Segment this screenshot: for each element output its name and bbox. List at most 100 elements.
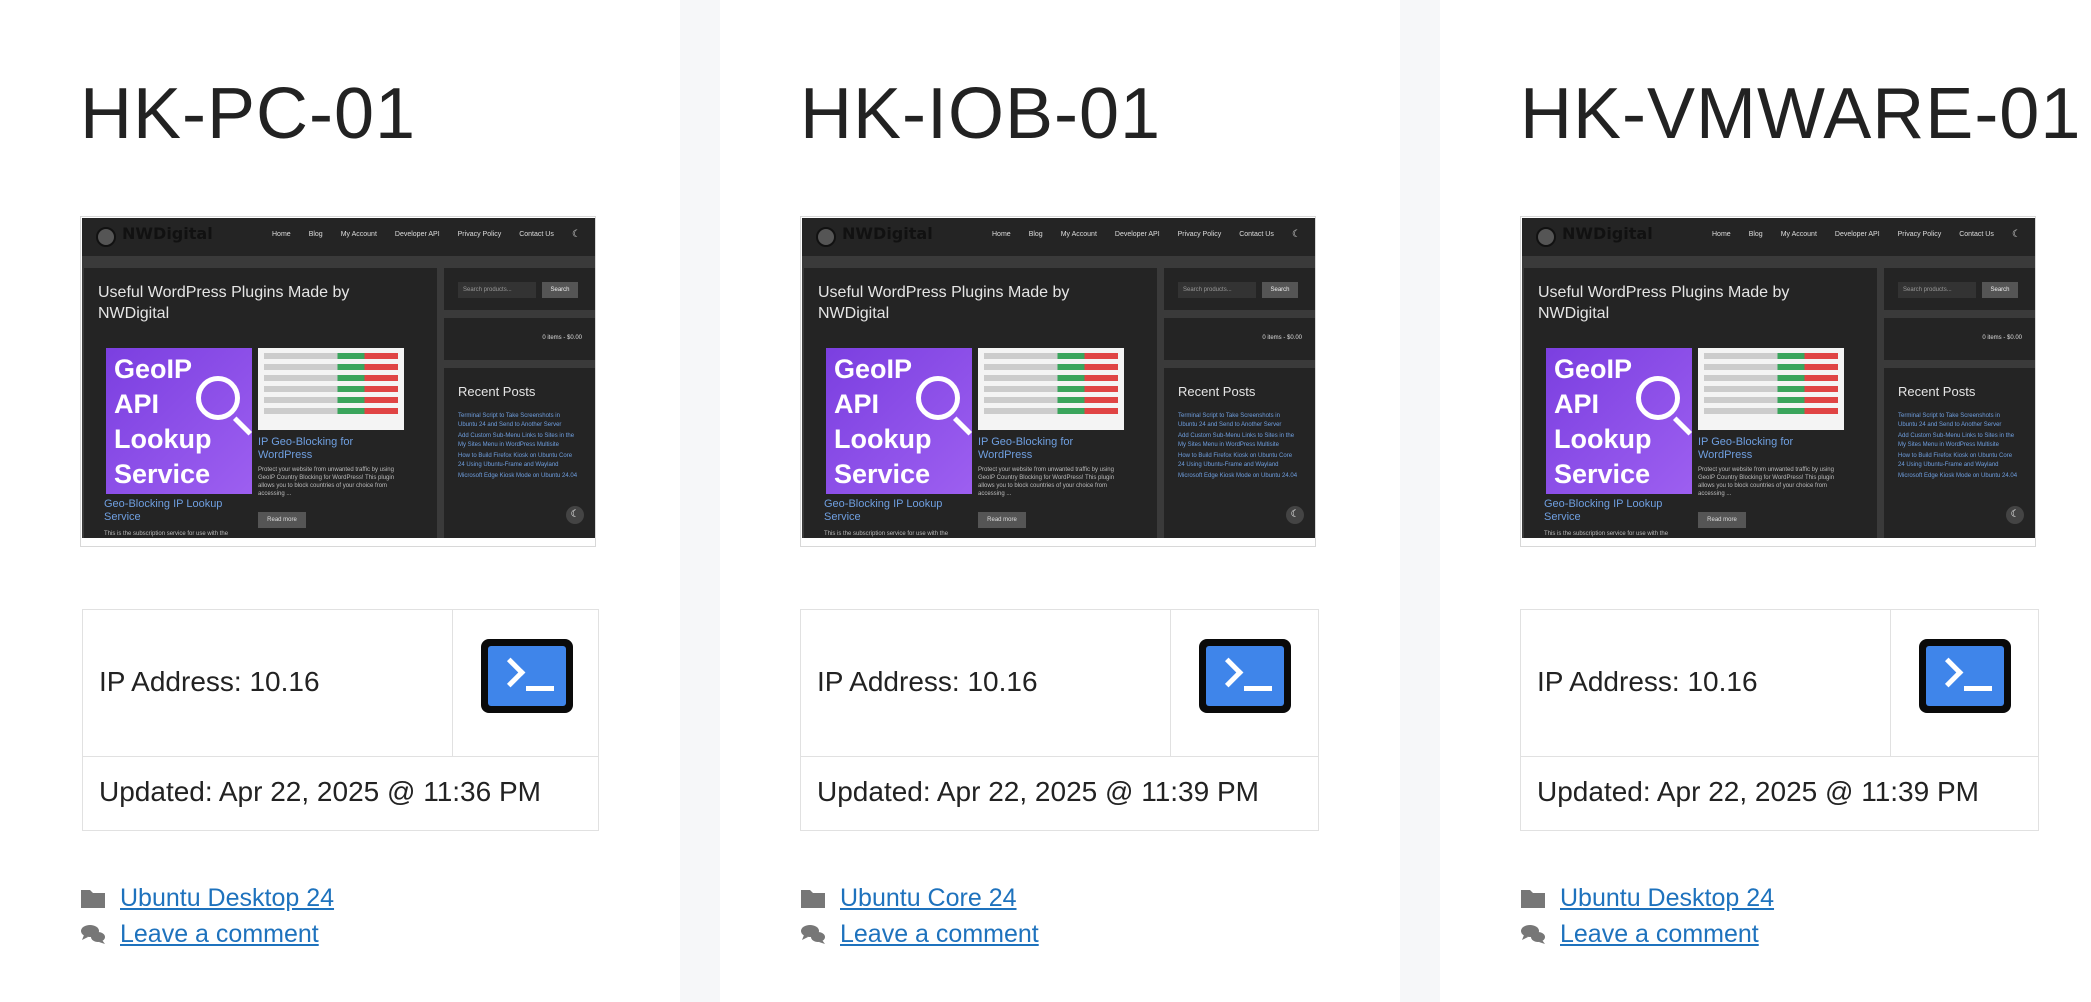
- brand-logo: [96, 227, 116, 247]
- updated-timestamp: Updated: Apr 22, 2025 @ 11:39 PM: [817, 776, 1259, 807]
- screenshot-nav-links: Home Blog My Account Developer API Priva…: [272, 229, 581, 240]
- geoip-banner: GeoIP API Lookup Service: [1546, 348, 1692, 494]
- search-field: Search products...: [1898, 282, 1976, 298]
- recent-posts-list: Terminal Script to Take Screenshots in U…: [1898, 412, 2020, 484]
- terminal-icon[interactable]: [481, 639, 573, 713]
- product-link: IP Geo-Blocking for WordPress: [978, 436, 1074, 461]
- recent-posts-list: Terminal Script to Take Screenshots in U…: [458, 412, 580, 484]
- recent-post-link: How to Build Firefox Kiosk on Ubuntu Cor…: [458, 453, 573, 468]
- cart-widget: 0 items - $0.00: [1884, 318, 2035, 360]
- nav-link: Developer API: [394, 231, 440, 238]
- cart-widget: 0 items - $0.00: [444, 318, 595, 360]
- product-link: Geo-Blocking IP Lookup Service: [104, 498, 223, 523]
- magnifier-icon: [1636, 376, 1680, 420]
- recent-post-link: Microsoft Edge Kiosk Mode on Ubuntu 24.0…: [1898, 473, 2018, 479]
- recent-post-link: Terminal Script to Take Screenshots in U…: [1178, 413, 1282, 428]
- recent-post-link: Add Custom Sub-Menu Links to Sites in th…: [1898, 433, 2015, 448]
- screenshot-nav: NWDigital Home Blog My Account Developer…: [802, 218, 1315, 256]
- device-screenshot[interactable]: NWDigital Home Blog My Account Developer…: [800, 216, 1316, 547]
- ip-address: IP Address: 10.16: [99, 666, 320, 697]
- device-screenshot[interactable]: NWDigital Home Blog My Account Developer…: [1520, 216, 2036, 547]
- comment-link[interactable]: Leave a comment: [120, 916, 319, 952]
- comments-icon: [801, 925, 825, 944]
- category-link[interactable]: Ubuntu Desktop 24: [120, 880, 334, 916]
- nav-link: Blog: [1028, 231, 1043, 238]
- terminal-icon[interactable]: [1199, 639, 1291, 713]
- screenshot-nav: NWDigital Home Blog My Account Developer…: [1522, 218, 2035, 256]
- geoip-line: Lookup: [1554, 424, 1652, 454]
- brand-name: NWDigital: [1562, 224, 1653, 243]
- cart-summary: 0 items - $0.00: [1262, 335, 1302, 341]
- product-link: Geo-Blocking IP Lookup Service: [824, 498, 943, 523]
- read-more-button: Read more: [258, 512, 306, 528]
- device-title: HK-IOB-01: [800, 74, 1162, 154]
- cart-widget: 0 items - $0.00: [1164, 318, 1315, 360]
- screenshot-image: NWDigital Home Blog My Account Developer…: [82, 218, 595, 538]
- product-desc: This is the subscription service for use…: [824, 531, 949, 537]
- terminal-cell: [453, 610, 598, 756]
- comment-link[interactable]: Leave a comment: [1560, 916, 1759, 952]
- ip-address: IP Address: 10.16: [1537, 666, 1758, 697]
- product-link: Geo-Blocking IP Lookup Service: [1544, 498, 1663, 523]
- nav-link: Developer API: [1114, 231, 1160, 238]
- folder-icon: [1521, 890, 1545, 908]
- geoip-banner: GeoIP API Lookup Service: [106, 348, 252, 494]
- recent-post-link: Terminal Script to Take Screenshots in U…: [458, 413, 562, 428]
- geoip-line: Service: [1554, 459, 1651, 489]
- terminal-cell: [1891, 610, 2038, 756]
- nav-link: My Account: [1060, 231, 1097, 238]
- screenshot-nav: NWDigital Home Blog My Account Developer…: [82, 218, 595, 256]
- screenshot-nav-links: Home Blog My Account Developer API Priva…: [992, 229, 1301, 240]
- nav-link: Privacy Policy: [457, 231, 502, 238]
- post-meta: Ubuntu Desktop 24 Leave a comment: [80, 880, 334, 952]
- nav-link: Contact Us: [1239, 231, 1274, 238]
- recent-posts-widget: Recent Posts Terminal Script to Take Scr…: [444, 368, 595, 538]
- brand-logo: [816, 227, 836, 247]
- screenshot-image: NWDigital Home Blog My Account Developer…: [802, 218, 1315, 538]
- category-link[interactable]: Ubuntu Core 24: [840, 880, 1017, 916]
- product-link: IP Geo-Blocking for WordPress: [258, 436, 354, 461]
- nav-link: Contact Us: [1959, 231, 1994, 238]
- device-card: HK-VMWARE-01 NWDigital Home Blog My Acco…: [1440, 0, 2091, 1002]
- recent-post-link: Add Custom Sub-Menu Links to Sites in th…: [458, 433, 575, 448]
- brand-logo: [1536, 227, 1556, 247]
- cart-summary: 0 items - $0.00: [542, 335, 582, 341]
- recent-post-link: Terminal Script to Take Screenshots in U…: [1898, 413, 2002, 428]
- screenshot-nav-links: Home Blog My Account Developer API Priva…: [1712, 229, 2021, 240]
- geoip-line: Lookup: [114, 424, 212, 454]
- nav-link: Privacy Policy: [1177, 231, 1222, 238]
- nav-link: Blog: [308, 231, 323, 238]
- terminal-cell: [1171, 610, 1318, 756]
- screenshot-heading: Useful WordPress Plugins Made by NWDigit…: [98, 284, 350, 322]
- category-link[interactable]: Ubuntu Desktop 24: [1560, 880, 1774, 916]
- brand-name: NWDigital: [842, 224, 933, 243]
- recent-post-link: Add Custom Sub-Menu Links to Sites in th…: [1178, 433, 1295, 448]
- device-info-table: IP Address: 10.16 Updated: Apr 22, 2025 …: [82, 609, 599, 831]
- folder-icon: [81, 890, 105, 908]
- moon-icon: ☾: [1286, 506, 1304, 524]
- recent-posts-title: Recent Posts: [1178, 384, 1256, 399]
- search-button: Search: [1262, 282, 1298, 298]
- nav-link: Privacy Policy: [1897, 231, 1942, 238]
- search-button: Search: [1982, 282, 2018, 298]
- geoip-line: Service: [834, 459, 931, 489]
- geoip-line: Service: [114, 459, 211, 489]
- nav-link: Contact Us: [519, 231, 554, 238]
- search-widget: Search products... Search: [1164, 268, 1315, 310]
- recent-posts-title: Recent Posts: [458, 384, 536, 399]
- nav-link: My Account: [340, 231, 377, 238]
- product-desc: Protect your website from unwanted traff…: [1698, 467, 1835, 497]
- comment-link[interactable]: Leave a comment: [840, 916, 1039, 952]
- search-field: Search products...: [458, 282, 536, 298]
- device-screenshot[interactable]: NWDigital Home Blog My Account Developer…: [80, 216, 596, 547]
- plugin-preview: [978, 348, 1124, 430]
- search-widget: Search products... Search: [1884, 268, 2035, 310]
- terminal-icon[interactable]: [1919, 639, 2011, 713]
- recent-posts-title: Recent Posts: [1898, 384, 1976, 399]
- geoip-banner: GeoIP API Lookup Service: [826, 348, 972, 494]
- search-field: Search products...: [1178, 282, 1256, 298]
- screenshot-heading: Useful WordPress Plugins Made by NWDigit…: [818, 284, 1070, 322]
- product-desc: This is the subscription service for use…: [1544, 531, 1669, 537]
- magnifier-icon: [916, 376, 960, 420]
- product-desc: Protect your website from unwanted traff…: [258, 467, 395, 497]
